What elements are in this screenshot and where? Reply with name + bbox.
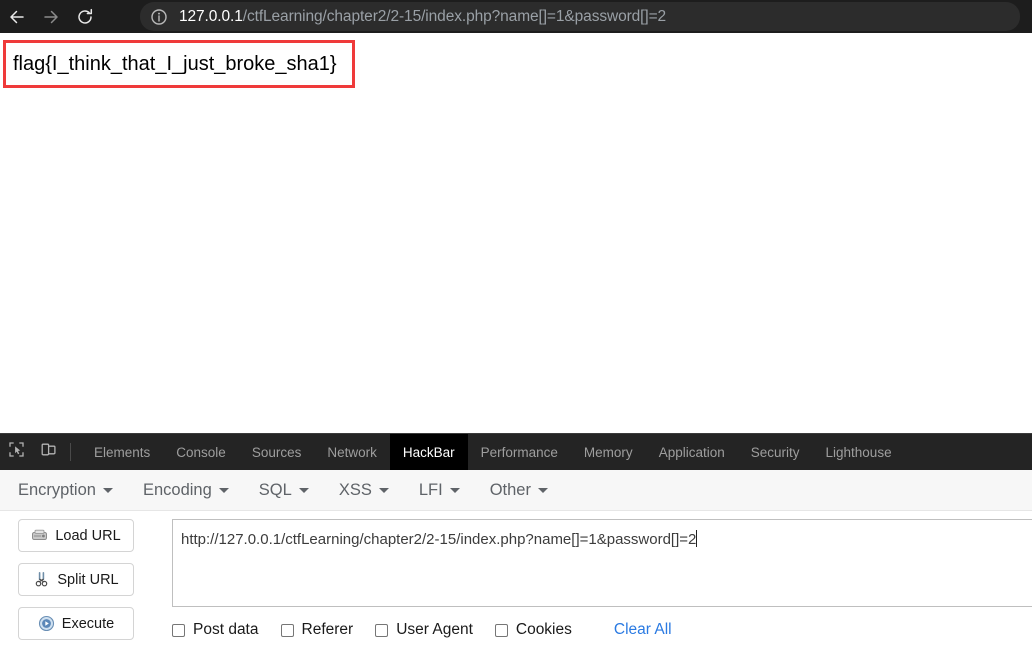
browser-toolbar: 127.0.0.1/ctfLearning/chapter2/2-15/inde… (0, 0, 1032, 33)
hackbar-options-row: Post data Referer User Agent Cookies Cle… (172, 617, 672, 643)
flag-highlight-box: flag{I_think_that_I_just_broke_sha1} (3, 40, 355, 88)
user-agent-checkbox[interactable] (375, 623, 389, 637)
tab-console[interactable]: Console (163, 434, 239, 470)
disk-drive-icon (31, 527, 48, 544)
option-post-data[interactable]: Post data (172, 621, 259, 639)
tab-application[interactable]: Application (646, 434, 738, 470)
device-toolbar-icon (40, 441, 57, 463)
post-data-checkbox[interactable] (172, 623, 185, 637)
back-button[interactable] (0, 0, 34, 33)
tab-memory[interactable]: Memory (571, 434, 646, 470)
reload-button[interactable] (68, 0, 102, 33)
chevron-down-icon (378, 487, 389, 493)
menu-sql-label: SQL (258, 480, 292, 499)
play-circle-icon (38, 615, 55, 632)
address-bar-url: 127.0.0.1/ctfLearning/chapter2/2-15/inde… (179, 2, 666, 31)
cookies-checkbox[interactable] (494, 623, 508, 637)
option-referer[interactable]: Referer (280, 621, 354, 639)
hackbar-action-buttons: Load URL Split URL Execute (18, 519, 134, 651)
chevron-down-icon (102, 487, 113, 493)
tab-performance[interactable]: Performance (468, 434, 571, 470)
split-url-button[interactable]: Split URL (18, 563, 134, 596)
hackbar-menubar: Encryption Encoding SQL XSS LFI Other (0, 470, 1032, 511)
tab-lighthouse[interactable]: Lighthouse (813, 434, 905, 470)
hackbar-panel: Encryption Encoding SQL XSS LFI Other Lo… (0, 470, 1032, 662)
forward-button[interactable] (34, 0, 68, 33)
chevron-down-icon (449, 487, 460, 493)
tab-sources[interactable]: Sources (239, 434, 315, 470)
post-data-label: Post data (193, 621, 259, 638)
menu-encryption[interactable]: Encryption (18, 481, 113, 500)
menu-encryption-label: Encryption (18, 480, 96, 499)
device-toolbar-button[interactable] (32, 434, 64, 470)
chevron-down-icon (537, 487, 548, 493)
address-bar[interactable]: 127.0.0.1/ctfLearning/chapter2/2-15/inde… (140, 2, 1020, 31)
execute-button[interactable]: Execute (18, 607, 134, 640)
menu-xss[interactable]: XSS (339, 481, 389, 500)
load-url-button[interactable]: Load URL (18, 519, 134, 552)
tab-security[interactable]: Security (738, 434, 813, 470)
menu-other-label: Other (489, 480, 531, 499)
menu-other[interactable]: Other (490, 481, 548, 500)
inspect-element-button[interactable] (0, 434, 32, 470)
menu-xss-label: XSS (338, 480, 372, 499)
url-host: 127.0.0.1 (179, 8, 243, 25)
menu-encoding[interactable]: Encoding (143, 481, 229, 500)
menu-sql[interactable]: SQL (259, 481, 309, 500)
split-url-label: Split URL (57, 571, 119, 588)
chevron-down-icon (218, 487, 229, 493)
load-url-label: Load URL (55, 527, 121, 544)
execute-label: Execute (61, 615, 115, 632)
url-path: /ctfLearning/chapter2/2-15/index.php?nam… (242, 8, 667, 25)
arrow-right-icon (41, 7, 61, 27)
devtools-tabbar: Elements Console Sources Network HackBar… (0, 434, 1032, 470)
url-input-value: http://127.0.0.1/ctfLearning/chapter2/2-… (181, 531, 697, 548)
menu-encoding-label: Encoding (142, 480, 212, 499)
toolbar-divider (70, 443, 71, 461)
devtools-panel: Elements Console Sources Network HackBar… (0, 433, 1032, 662)
reload-icon (75, 7, 95, 27)
scissors-icon (33, 571, 50, 588)
info-circle-icon[interactable] (149, 7, 169, 27)
menu-lfi[interactable]: LFI (419, 481, 460, 500)
flag-text: flag{I_think_that_I_just_broke_sha1} (13, 52, 337, 75)
cookies-label: Cookies (515, 621, 572, 638)
option-user-agent[interactable]: User Agent (375, 621, 473, 639)
tab-network[interactable]: Network (314, 434, 390, 470)
tab-elements[interactable]: Elements (81, 434, 163, 470)
chevron-down-icon (298, 487, 309, 493)
page-content: flag{I_think_that_I_just_broke_sha1} (0, 33, 1032, 433)
hackbar-body: Load URL Split URL Execute http://127.0.… (0, 511, 1032, 662)
inspect-element-icon (8, 441, 25, 463)
referer-label: Referer (301, 621, 354, 638)
text-cursor (696, 530, 698, 547)
clear-all-link[interactable]: Clear All (614, 621, 672, 639)
arrow-left-icon (7, 7, 27, 27)
referer-checkbox[interactable] (280, 623, 294, 637)
url-input[interactable]: http://127.0.0.1/ctfLearning/chapter2/2-… (172, 519, 1032, 607)
option-cookies[interactable]: Cookies (494, 621, 572, 639)
menu-lfi-label: LFI (418, 480, 443, 499)
user-agent-label: User Agent (396, 621, 473, 638)
tab-hackbar[interactable]: HackBar (389, 434, 468, 470)
